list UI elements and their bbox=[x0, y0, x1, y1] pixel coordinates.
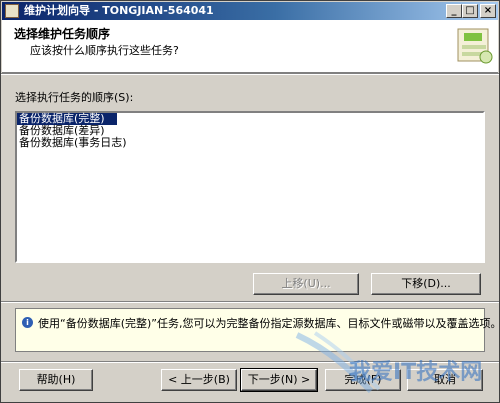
title-bar[interactable]: 维护计划向导 - TONGJIAN-564041 _ □ × bbox=[2, 2, 498, 20]
close-button[interactable]: × bbox=[480, 4, 496, 18]
wizard-header: 选择维护任务顺序 应该按什么顺序执行这些任务? bbox=[2, 20, 498, 73]
move-down-button[interactable]: 下移(D)... bbox=[371, 273, 481, 295]
window-title: 维护计划向导 - TONGJIAN-564041 bbox=[24, 4, 214, 17]
content-separator bbox=[1, 301, 499, 303]
task-order-list[interactable]: 备份数据库(完整) 备份数据库(差异) 备份数据库(事务日志) bbox=[15, 111, 485, 263]
info-icon: i bbox=[22, 317, 33, 328]
back-button[interactable]: < 上一步(B) bbox=[161, 369, 237, 391]
watermark-text: 我爱IT技术网 bbox=[349, 360, 482, 385]
maximize-button[interactable]: □ bbox=[462, 4, 478, 18]
page-title: 选择维护任务顺序 bbox=[14, 27, 111, 41]
list-item-log-backup[interactable]: 备份数据库(事务日志) bbox=[17, 137, 483, 149]
move-up-button[interactable]: 上移(U)... bbox=[253, 273, 359, 295]
wizard-graphic-icon bbox=[457, 28, 493, 64]
site-watermark: 我爱IT技术网 bbox=[295, 331, 482, 394]
header-separator bbox=[1, 73, 499, 75]
task-description-text: 使用“备份数据库(完整)”任务,您可以为完整备份指定源数据库、目标文件或磁带以及… bbox=[38, 317, 500, 330]
task-order-label: 选择执行任务的顺序(S): bbox=[15, 91, 134, 104]
page-subtitle: 应该按什么顺序执行这些任务? bbox=[30, 44, 179, 57]
help-button[interactable]: 帮助(H) bbox=[19, 369, 93, 391]
app-icon bbox=[5, 4, 19, 18]
wizard-window: 维护计划向导 - TONGJIAN-564041 _ □ × 选择维护任务顺序 … bbox=[0, 0, 500, 403]
minimize-button[interactable]: _ bbox=[446, 4, 462, 18]
